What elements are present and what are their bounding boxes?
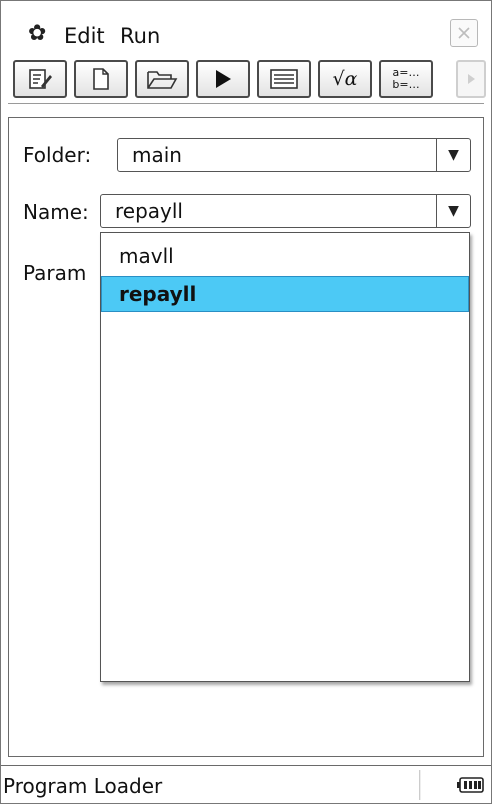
program-loader-panel: Folder: main ▼ Name: repayll ▼ Param mav…: [8, 117, 484, 757]
toolbar: √α a=… b=…: [8, 57, 486, 104]
battery-icon: [457, 777, 484, 793]
name-value: repayll: [115, 199, 183, 223]
close-button[interactable]: [450, 19, 478, 47]
run-button[interactable]: [196, 60, 250, 98]
sqrt-alpha-button[interactable]: √α: [318, 60, 372, 98]
name-label: Name:: [23, 200, 89, 224]
menu-run[interactable]: Run: [120, 23, 160, 49]
new-file-icon: [93, 68, 109, 90]
param-label: Param: [23, 261, 87, 285]
edit-program-icon: [29, 69, 52, 89]
list-item-label: repayll: [119, 282, 197, 306]
chevron-down-icon[interactable]: ▼: [436, 139, 470, 171]
list-item-label: mavll: [119, 244, 174, 268]
open-folder-button[interactable]: [135, 60, 189, 98]
run-icon: [216, 70, 231, 88]
scroll-right-icon: [468, 74, 475, 84]
scroll-right-button[interactable]: [456, 60, 486, 98]
chevron-down-icon[interactable]: ▼: [436, 195, 470, 227]
console-icon: [270, 69, 298, 89]
menu-edit[interactable]: Edit: [64, 23, 105, 49]
new-file-button[interactable]: [74, 60, 128, 98]
sqrt-alpha-icon: √α: [332, 68, 358, 90]
console-button[interactable]: [257, 60, 311, 98]
edit-program-button[interactable]: [13, 60, 67, 98]
variables-button[interactable]: a=… b=…: [379, 60, 433, 98]
menu-bar: ✿ Edit Run: [8, 15, 484, 55]
variables-icon-bottom: b=…: [392, 78, 420, 91]
folder-value: main: [132, 143, 182, 167]
folder-select[interactable]: main ▼: [117, 138, 471, 172]
status-title: Program Loader: [3, 774, 163, 798]
app-window: ✿ Edit Run √α a=… b=… Folder: main ▼ Nam…: [0, 0, 492, 804]
folder-label: Folder:: [23, 143, 92, 167]
list-item-selected[interactable]: repayll: [101, 276, 469, 312]
name-select[interactable]: repayll ▼: [100, 194, 471, 228]
gear-icon[interactable]: ✿: [28, 21, 46, 47]
list-item[interactable]: mavll: [101, 239, 469, 275]
close-icon: [458, 27, 470, 39]
status-bar: Program Loader: [1, 765, 491, 804]
name-dropdown-list: mavll repayll: [100, 232, 470, 682]
open-folder-icon: [147, 71, 178, 89]
status-divider: [419, 770, 421, 800]
